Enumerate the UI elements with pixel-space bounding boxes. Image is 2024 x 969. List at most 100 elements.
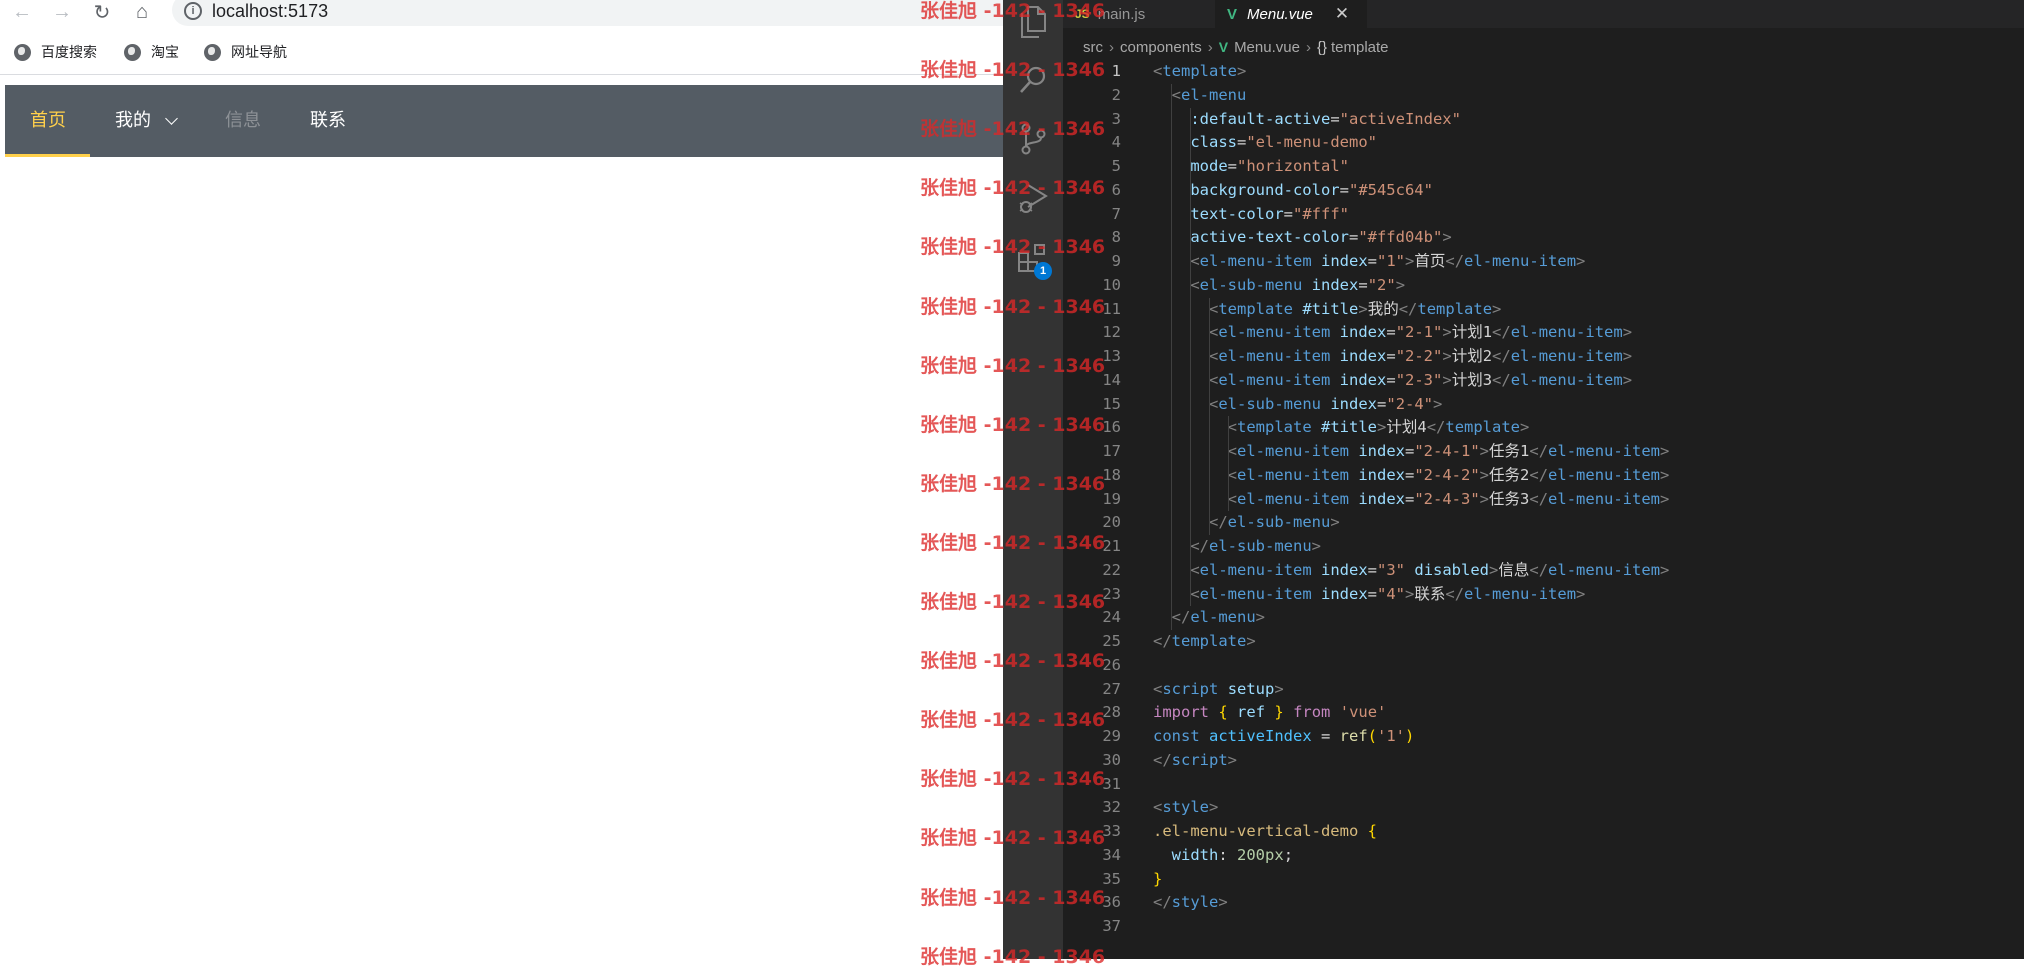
indent-guide xyxy=(1190,107,1191,607)
code-text: </style> xyxy=(1153,893,1228,912)
search-icon[interactable] xyxy=(1015,62,1051,98)
browser-window: ← → ↻ ⌂ i localhost:5173 百度搜索 淘宝 网址导航 首页… xyxy=(0,0,1072,959)
browser-nav-bar: ← → ↻ ⌂ i localhost:5173 xyxy=(0,0,1072,26)
code-text: <el-menu-item index="2-3">计划3</el-menu-i… xyxy=(1209,370,1633,389)
line-number: 15 xyxy=(1102,394,1121,413)
line-number: 8 xyxy=(1111,228,1121,247)
code-line: 23 <el-menu-item index="4">联系</el-menu-i… xyxy=(1063,583,2024,607)
line-number: 24 xyxy=(1102,608,1121,627)
line-number: 12 xyxy=(1102,323,1121,342)
code-text: mode="horizontal" xyxy=(1190,157,1349,175)
tab-main-js[interactable]: JS main.js xyxy=(1063,0,1209,28)
code-text: <el-menu-item index="4">联系</el-menu-item… xyxy=(1190,584,1586,603)
line-number: 33 xyxy=(1102,822,1121,840)
code-line: 7 text-color="#fff" xyxy=(1063,203,2024,227)
site-info-icon[interactable]: i xyxy=(184,2,202,20)
code-line: 11 <template #title>我的</template> xyxy=(1063,298,2024,322)
line-number: 26 xyxy=(1102,655,1121,674)
line-number: 22 xyxy=(1102,560,1121,579)
submenu-mine[interactable]: 我的 xyxy=(115,85,151,157)
line-number: 14 xyxy=(1102,370,1121,389)
code-editor[interactable]: 1 <template> 2 <el-menu 3 :default-active="… xyxy=(1063,60,2024,959)
code-line: 19 <el-menu-item index="2-4-3">任务3</el-m… xyxy=(1063,488,2024,512)
vue-file-icon: V xyxy=(1218,39,1229,55)
editor-tabs: JS main.js V Menu.vue ✕ xyxy=(1063,0,2024,28)
activity-bar: 1 xyxy=(1003,0,1063,959)
files-icon[interactable] xyxy=(1015,4,1051,40)
code-text: <template> xyxy=(1153,62,1247,80)
code-text: <template #title>我的</template> xyxy=(1209,299,1502,318)
bookmark-item[interactable]: 淘宝 xyxy=(124,40,179,64)
code-text: :default-active="activeIndex" xyxy=(1190,109,1461,128)
chevron-down-icon[interactable] xyxy=(165,112,178,125)
code-line: 5 mode="horizontal" xyxy=(1063,155,2024,179)
bookmark-item[interactable]: 百度搜索 xyxy=(14,40,97,64)
code-line: 4 class="el-menu-demo" xyxy=(1063,131,2024,155)
chevron-right-icon: › xyxy=(1109,38,1114,56)
menu-item-info: 信息 xyxy=(225,110,261,131)
code-text: <el-menu-item index="2-4-3">任务3</el-menu… xyxy=(1227,489,1670,508)
horizontal-menu: 首页 我的 信息 联系 xyxy=(5,85,1003,157)
line-number: 34 xyxy=(1102,845,1121,864)
menu-item-home[interactable]: 首页 xyxy=(30,85,66,157)
code-line: 16 <template #title>计划4</template> xyxy=(1063,416,2024,440)
line-number: 6 xyxy=(1111,180,1121,199)
run-debug-icon[interactable] xyxy=(1015,180,1051,216)
code-text: .el-menu-vertical-demo { xyxy=(1153,822,1377,840)
code-line: 26 xyxy=(1063,654,2024,678)
reload-button[interactable]: ↻ xyxy=(90,0,114,24)
line-number: 36 xyxy=(1102,893,1121,912)
code-line: 25 </template> xyxy=(1063,630,2024,654)
breadcrumb-item[interactable]: components xyxy=(1120,39,1202,56)
home-button[interactable]: ⌂ xyxy=(130,0,154,24)
forward-button[interactable]: → xyxy=(50,0,74,24)
code-line: 17 <el-menu-item index="2-4-1">任务1</el-m… xyxy=(1063,440,2024,464)
line-number: 32 xyxy=(1102,798,1121,817)
home-icon: ⌂ xyxy=(135,0,149,23)
reload-icon: ↻ xyxy=(93,1,111,24)
line-number: 9 xyxy=(1111,252,1121,270)
code-line: 8 active-text-color="#ffd04b"> xyxy=(1063,226,2024,250)
code-line: 33 .el-menu-vertical-demo { xyxy=(1063,820,2024,844)
bookmark-label: 网址导航 xyxy=(231,44,287,60)
line-number: 27 xyxy=(1102,679,1121,698)
code-text: <el-sub-menu index="2-4"> xyxy=(1209,394,1443,413)
code-text: </el-menu> xyxy=(1171,608,1266,627)
globe-icon xyxy=(204,43,221,61)
breadcrumb-item[interactable]: src xyxy=(1083,39,1103,56)
code-line: 27 <script setup> xyxy=(1063,678,2024,702)
code-text: <el-menu-item index="2-4-1">任务1</el-menu… xyxy=(1227,442,1670,460)
code-line: 9 <el-menu-item index="1">首页</el-menu-it… xyxy=(1063,250,2024,274)
code-line: 32 <style> xyxy=(1063,796,2024,820)
code-line: 21 </el-sub-menu> xyxy=(1063,535,2024,559)
url-text[interactable]: localhost:5173 xyxy=(212,0,328,22)
code-line: 30 </script> xyxy=(1063,749,2024,773)
source-control-icon[interactable] xyxy=(1015,121,1051,157)
back-button[interactable]: ← xyxy=(10,0,34,24)
breadcrumb: src › components › V Menu.vue › {} templ… xyxy=(1083,36,1389,58)
bookmark-label: 淘宝 xyxy=(151,44,179,60)
line-number: 16 xyxy=(1102,418,1121,437)
breadcrumb-item[interactable]: template xyxy=(1331,39,1389,56)
code-text: } xyxy=(1153,869,1163,888)
line-number: 4 xyxy=(1111,133,1121,152)
code-text: </el-sub-menu> xyxy=(1190,537,1321,555)
close-icon[interactable]: ✕ xyxy=(1335,4,1349,24)
bookmarks-bar: 百度搜索 淘宝 网址导航 xyxy=(0,38,1003,66)
breadcrumb-item[interactable]: Menu.vue xyxy=(1234,39,1300,56)
line-number: 20 xyxy=(1102,513,1121,532)
line-number: 13 xyxy=(1102,347,1121,365)
code-line: 29 const activeIndex = ref('1') xyxy=(1063,725,2024,749)
extensions-badge: 1 xyxy=(1034,262,1052,280)
bookmark-item[interactable]: 网址导航 xyxy=(204,40,287,64)
code-line: 3 :default-active="activeIndex" xyxy=(1063,108,2024,132)
line-number: 11 xyxy=(1102,299,1121,318)
code-text: <el-menu-item index="2-2">计划2</el-menu-i… xyxy=(1209,347,1633,365)
indent-guide xyxy=(1171,83,1172,630)
code-text: <el-menu-item index="2-1">计划1</el-menu-i… xyxy=(1209,323,1633,342)
tab-menu-vue[interactable]: V Menu.vue ✕ xyxy=(1215,0,1367,28)
code-line: 28 import { ref } from 'vue' xyxy=(1063,701,2024,725)
globe-icon xyxy=(124,43,141,61)
menu-item-contact[interactable]: 联系 xyxy=(310,85,346,157)
line-number: 17 xyxy=(1102,442,1121,460)
